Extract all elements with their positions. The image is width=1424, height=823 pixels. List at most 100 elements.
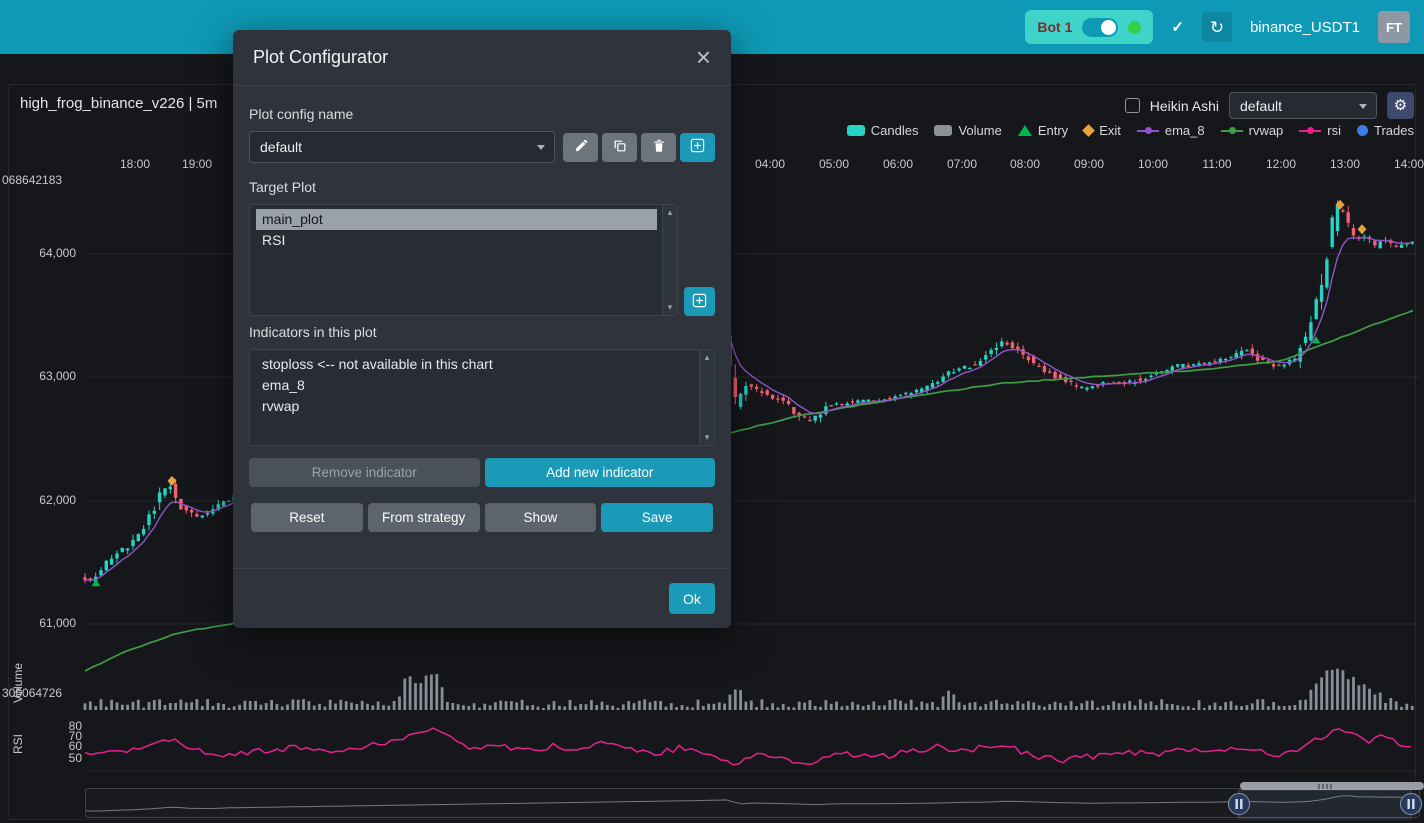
axis-tick: 64,000 (6, 246, 76, 260)
plot-config-dropdown[interactable]: default (1229, 92, 1377, 119)
pencil-icon (574, 139, 588, 156)
add-new-indicator-button[interactable]: Add new indicator (485, 458, 716, 487)
time-tick: 13:00 (1321, 157, 1369, 171)
reload-icon: ↻ (1210, 18, 1224, 37)
target-plot-label: Target Plot (249, 179, 715, 195)
line-legend-icon (1137, 130, 1159, 132)
axis-tick: 61,000 (6, 616, 76, 630)
legend-label: Volume (958, 123, 1001, 138)
rect-legend-icon (934, 125, 952, 136)
time-tick: 09:00 (1065, 157, 1113, 171)
user-avatar[interactable]: FT (1378, 11, 1410, 43)
chevron-down-icon (537, 145, 545, 150)
plus-square-icon (690, 138, 705, 156)
indicators-scrollbar[interactable]: ▴ ▾ (699, 350, 714, 445)
target-plot-listbox[interactable]: main_plot RSI ▴ ▾ (249, 204, 678, 316)
toggle-knob (1101, 20, 1116, 35)
indicator-actions-row: Remove indicator Add new indicator (249, 458, 715, 487)
heikin-ashi-label: Heikin Ashi (1150, 98, 1219, 114)
time-tick: 19:00 (173, 157, 221, 171)
rename-config-button[interactable] (563, 133, 598, 162)
time-tick: 11:00 (1193, 157, 1241, 171)
rect-legend-icon (847, 125, 865, 136)
time-tick: 18:00 (111, 157, 159, 171)
axis-tick: 068642183 (2, 173, 62, 187)
plot-configurator-button[interactable]: ⚙ (1387, 92, 1414, 119)
scroll-down-icon[interactable]: ▾ (668, 302, 673, 313)
add-plot-button[interactable] (684, 287, 715, 316)
axis-tick: 62,000 (6, 493, 76, 507)
triangle-legend-icon (1018, 125, 1032, 136)
line-legend-icon (1221, 130, 1243, 132)
plot-config-dropdown-value: default (1240, 98, 1282, 114)
modal-body: Plot config name default (233, 86, 731, 568)
indicators-label: Indicators in this plot (249, 324, 715, 340)
show-button[interactable]: Show (485, 503, 597, 532)
rsi-axis-label: RSI (11, 731, 25, 757)
legend-item-trades[interactable]: Trades (1357, 123, 1414, 138)
delete-config-button[interactable] (641, 133, 676, 162)
line-legend-icon (1299, 130, 1321, 132)
legend-label: Exit (1099, 123, 1121, 138)
target-plot-option-rsi[interactable]: RSI (256, 230, 657, 251)
chart-legend: Candles Volume Entry Exit ema_8 rvwap rsi Trade… (847, 123, 1414, 138)
scroll-up-icon[interactable]: ▴ (668, 207, 673, 218)
indicator-option-rvwap[interactable]: rvwap (256, 396, 694, 417)
legend-label: rvwap (1249, 123, 1284, 138)
legend-item-ema_8[interactable]: ema_8 (1137, 123, 1205, 138)
config-name-label: Plot config name (249, 106, 715, 122)
duplicate-config-button[interactable] (602, 133, 637, 162)
legend-label: Entry (1038, 123, 1068, 138)
time-tick: 08:00 (1001, 157, 1049, 171)
scrollbar-grip-icon (1318, 784, 1332, 789)
legend-item-volume[interactable]: Volume (934, 123, 1001, 138)
legend-label: rsi (1327, 123, 1341, 138)
plot-configurator-modal: Plot Configurator × Plot config name def… (233, 30, 731, 628)
time-tick: 05:00 (810, 157, 858, 171)
chevron-down-icon (1359, 104, 1367, 109)
legend-item-candles[interactable]: Candles (847, 123, 919, 138)
legend-item-rvwap[interactable]: rvwap (1221, 123, 1284, 138)
modal-footer: Ok (233, 568, 731, 628)
legend-item-entry[interactable]: Entry (1018, 123, 1068, 138)
target-plot-option-main-plot[interactable]: main_plot (256, 209, 657, 230)
heikin-ashi-checkbox[interactable] (1125, 98, 1140, 113)
plus-square-icon (692, 293, 707, 311)
scroll-down-icon[interactable]: ▾ (705, 432, 710, 443)
time-tick: 14:00 (1385, 157, 1424, 171)
bot-online-toggle[interactable] (1082, 18, 1118, 37)
legend-item-exit[interactable]: Exit (1084, 123, 1121, 138)
legend-label: Candles (871, 123, 919, 138)
trash-icon (652, 139, 666, 156)
indicators-listbox[interactable]: stoploss <-- not available in this chart… (249, 349, 715, 446)
legend-item-rsi[interactable]: rsi (1299, 123, 1341, 138)
app-root: 06864218364,00063,00062,00061,0003050647… (0, 0, 1424, 823)
config-name-select[interactable]: default (249, 131, 555, 163)
indicator-option-stoploss[interactable]: stoploss <-- not available in this chart (256, 354, 694, 375)
reset-button[interactable]: Reset (251, 503, 363, 532)
datazoom-preview[interactable] (86, 789, 1421, 819)
ok-button[interactable]: Ok (669, 583, 715, 614)
time-tick: 10:00 (1129, 157, 1177, 171)
close-icon[interactable]: × (696, 47, 711, 68)
target-plot-scrollbar[interactable]: ▴ ▾ (662, 205, 677, 315)
save-button[interactable]: Save (601, 503, 713, 532)
config-name-select-value: default (260, 139, 302, 155)
bot-name-label: Bot 1 (1037, 19, 1072, 35)
datazoom-slider[interactable] (85, 788, 1420, 818)
add-config-button[interactable] (680, 133, 715, 162)
diamond-legend-icon (1082, 124, 1095, 137)
scroll-up-icon[interactable]: ▴ (705, 352, 710, 363)
bot-selector[interactable]: Bot 1 (1025, 10, 1153, 44)
copy-icon (613, 139, 627, 156)
time-tick: 04:00 (746, 157, 794, 171)
bot-status-dot (1128, 21, 1141, 34)
target-plot-row: main_plot RSI ▴ ▾ (249, 204, 715, 316)
indicator-option-ema-8[interactable]: ema_8 (256, 375, 694, 396)
horizontal-scrollbar[interactable] (1240, 782, 1424, 790)
reload-button[interactable]: ↻ (1202, 12, 1232, 42)
remove-indicator-button[interactable]: Remove indicator (249, 458, 480, 487)
gear-icon: ⚙ (1394, 97, 1407, 114)
circle-legend-icon (1357, 125, 1368, 136)
from-strategy-button[interactable]: From strategy (368, 503, 480, 532)
